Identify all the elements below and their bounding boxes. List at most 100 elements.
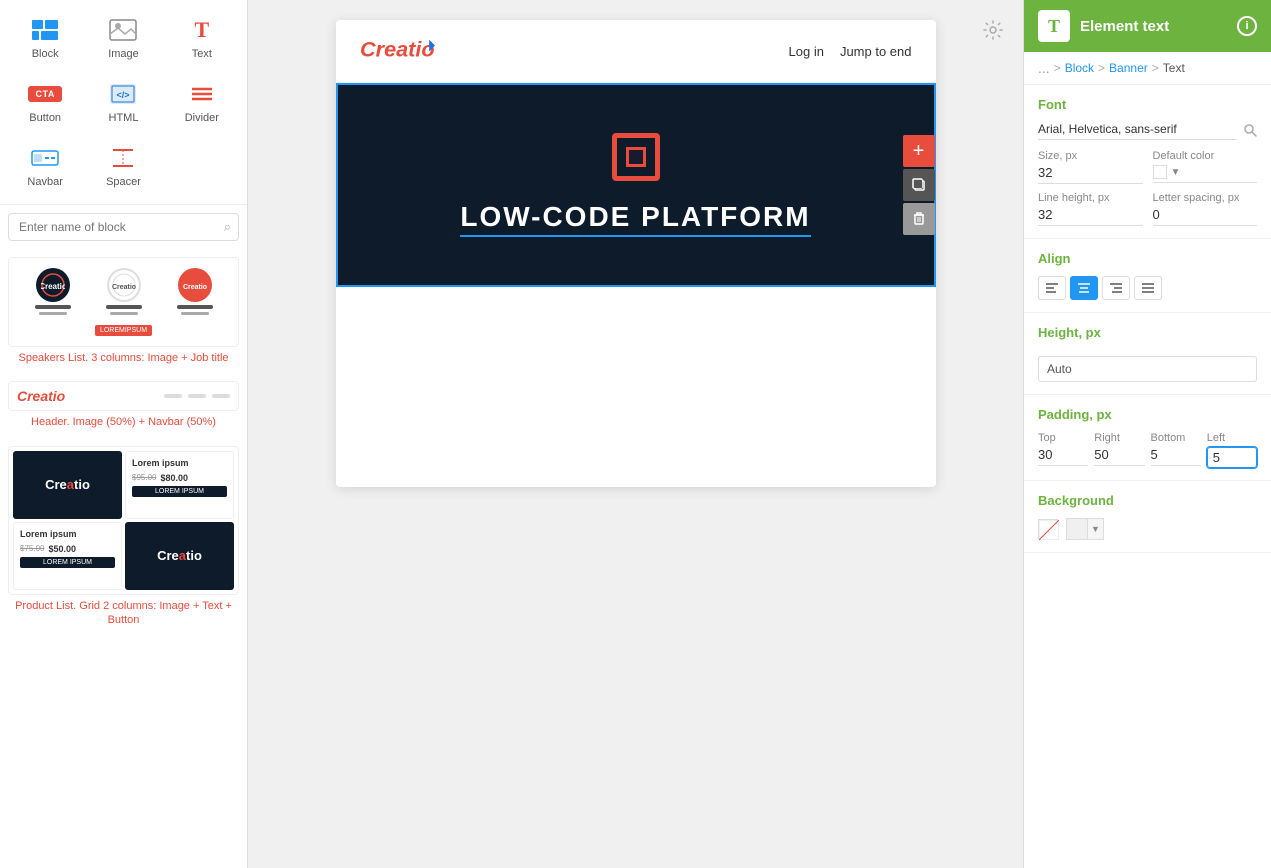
canvas-banner[interactable]: LOW-CODE PLATFORM	[338, 85, 934, 285]
product-cell-dark-1: Creatio	[13, 451, 122, 519]
search-bar: ⌕	[0, 204, 247, 249]
align-buttons	[1038, 276, 1257, 300]
sidebar-list: Creatio Creatio Creatio	[0, 249, 247, 868]
canvas-logo: Creatio	[360, 32, 460, 70]
canvas-delete-btn[interactable]	[903, 203, 935, 235]
padding-bottom-label: Bottom	[1151, 432, 1201, 444]
sidebar-item-html[interactable]: </> HTML	[86, 72, 160, 132]
panel-title: Element text	[1080, 18, 1227, 35]
speakers-preview-card: Creatio Creatio Creatio	[8, 257, 239, 347]
speaker-avatar-2: Creatio	[107, 268, 141, 302]
align-justify-btn[interactable]	[1134, 276, 1162, 300]
align-left-btn[interactable]	[1038, 276, 1066, 300]
navbar-icon	[27, 144, 63, 172]
height-input[interactable]	[1038, 356, 1257, 382]
padding-top-value[interactable]: 30	[1038, 447, 1088, 466]
speaker-name-2	[106, 305, 142, 309]
letter-spacing-value[interactable]: 0	[1153, 207, 1258, 226]
header-nav	[164, 394, 230, 398]
align-center-btn[interactable]	[1070, 276, 1098, 300]
panel-info-btn[interactable]: i	[1237, 16, 1257, 36]
line-height-label: Line height, px	[1038, 192, 1143, 204]
bg-row: ▼	[1038, 518, 1257, 540]
lorem-badge: LOREMIPSUM	[95, 325, 152, 336]
product-preview-item[interactable]: Creatio Lorem ipsum $95.00 $80.00 LOREM …	[8, 446, 239, 628]
header-preview-card: Creatio	[8, 381, 239, 411]
sidebar-item-divider[interactable]: Divider	[165, 72, 239, 132]
speaker-name-3	[177, 305, 213, 309]
size-group: Size, px 32	[1038, 150, 1143, 184]
image-label: Image	[108, 48, 139, 60]
padding-left-value[interactable]: 5	[1207, 447, 1257, 468]
navbar-label: Navbar	[27, 176, 62, 188]
speakers-preview-item[interactable]: Creatio Creatio Creatio	[8, 257, 239, 365]
padding-fields: Top 30 Right 50 Bottom 5 Left 5	[1038, 432, 1257, 468]
padding-section-title: Padding, px	[1038, 407, 1257, 422]
svg-text:Creatio: Creatio	[41, 282, 65, 291]
panel-padding-section: Padding, px Top 30 Right 50 Bottom 5 Lef…	[1024, 395, 1271, 481]
panel-align-section: Align	[1024, 239, 1271, 313]
default-color-value[interactable]: ▼	[1153, 165, 1258, 183]
canvas-add-btn[interactable]: +	[903, 135, 935, 167]
sidebar-item-button[interactable]: CTA Button	[8, 72, 82, 132]
panel-height-section: Height, px	[1024, 313, 1271, 395]
block-grid: Block Image T Text CTA Button	[0, 0, 247, 204]
canvas-area: Creatio Log in Jump to end LOW-CODE PLAT…	[336, 20, 936, 487]
product-caption: Product List. Grid 2 columns: Image + Te…	[8, 595, 239, 628]
canvas-nav-links: Log in Jump to end	[789, 44, 912, 59]
speaker-name-1	[35, 305, 71, 309]
canvas-banner-text[interactable]: LOW-CODE PLATFORM	[460, 201, 810, 237]
breadcrumb-block[interactable]: Block	[1065, 61, 1094, 75]
padding-bottom-value[interactable]: 5	[1151, 447, 1201, 466]
svg-text:Creatio: Creatio	[360, 36, 435, 61]
breadcrumb-dots: ...	[1038, 60, 1050, 76]
breadcrumb-text: Text	[1163, 61, 1185, 75]
sidebar-item-image[interactable]: Image	[86, 8, 160, 68]
speakers-caption: Speakers List. 3 columns: Image + Job ti…	[8, 347, 239, 365]
canvas-login-link[interactable]: Log in	[789, 44, 824, 59]
sidebar-item-text[interactable]: T Text	[165, 8, 239, 68]
padding-left-label: Left	[1207, 432, 1257, 444]
line-height-value[interactable]: 32	[1038, 207, 1143, 226]
font-family-value[interactable]: Arial, Helvetica, sans-serif	[1038, 122, 1237, 140]
canvas-jump-link[interactable]: Jump to end	[840, 44, 912, 59]
panel-type-icon: T	[1038, 10, 1070, 42]
search-input[interactable]	[8, 213, 239, 241]
letter-spacing-group: Letter spacing, px 0	[1153, 192, 1258, 226]
padding-bottom-group: Bottom 5	[1151, 432, 1201, 468]
svg-text:Creatio: Creatio	[112, 284, 136, 291]
product-cell-light-2: Lorem ipsum $75.00 $50.00 LOREM IPSUM	[13, 522, 122, 590]
sidebar-item-spacer[interactable]: Spacer	[86, 136, 160, 196]
product-cell-light-1: Lorem ipsum $95.00 $80.00 LOREM IPSUM	[125, 451, 234, 519]
letter-spacing-label: Letter spacing, px	[1153, 192, 1258, 204]
canvas-copy-btn[interactable]	[903, 169, 935, 201]
speaker-job-3	[181, 312, 209, 315]
padding-right-group: Right 50	[1094, 432, 1144, 468]
header-logo: Creatio	[17, 388, 65, 404]
text-label: Text	[192, 48, 212, 60]
block-label: Block	[32, 48, 59, 60]
settings-gear-icon[interactable]	[983, 20, 1003, 45]
sidebar-item-block[interactable]: Block	[8, 8, 82, 68]
bg-transparent-box[interactable]	[1038, 519, 1058, 539]
font-search-icon[interactable]	[1243, 123, 1257, 140]
size-value[interactable]: 32	[1038, 165, 1143, 184]
padding-top-label: Top	[1038, 432, 1088, 444]
padding-right-value[interactable]: 50	[1094, 447, 1144, 466]
bg-color-picker[interactable]: ▼	[1066, 518, 1104, 540]
default-color-group: Default color ▼	[1153, 150, 1258, 184]
speaker-job-1	[39, 312, 67, 315]
sidebar-item-navbar[interactable]: Navbar	[8, 136, 82, 196]
panel-breadcrumb: ... > Block > Banner > Text	[1024, 52, 1271, 85]
panel-header: T Element text i	[1024, 0, 1271, 52]
speaker-job-2	[110, 312, 138, 315]
align-section-title: Align	[1038, 251, 1257, 266]
header-caption: Header. Image (50%) + Navbar (50%)	[8, 411, 239, 429]
panel-font-section: Font Arial, Helvetica, sans-serif Size, …	[1024, 85, 1271, 239]
canvas-section-empty	[336, 287, 936, 487]
breadcrumb-banner[interactable]: Banner	[1109, 61, 1148, 75]
padding-top-group: Top 30	[1038, 432, 1088, 468]
header-preview-item[interactable]: Creatio Header. Image (50%) + Navbar (50…	[8, 381, 239, 429]
canvas-banner-selected: LOW-CODE PLATFORM +	[336, 83, 936, 287]
align-right-btn[interactable]	[1102, 276, 1130, 300]
